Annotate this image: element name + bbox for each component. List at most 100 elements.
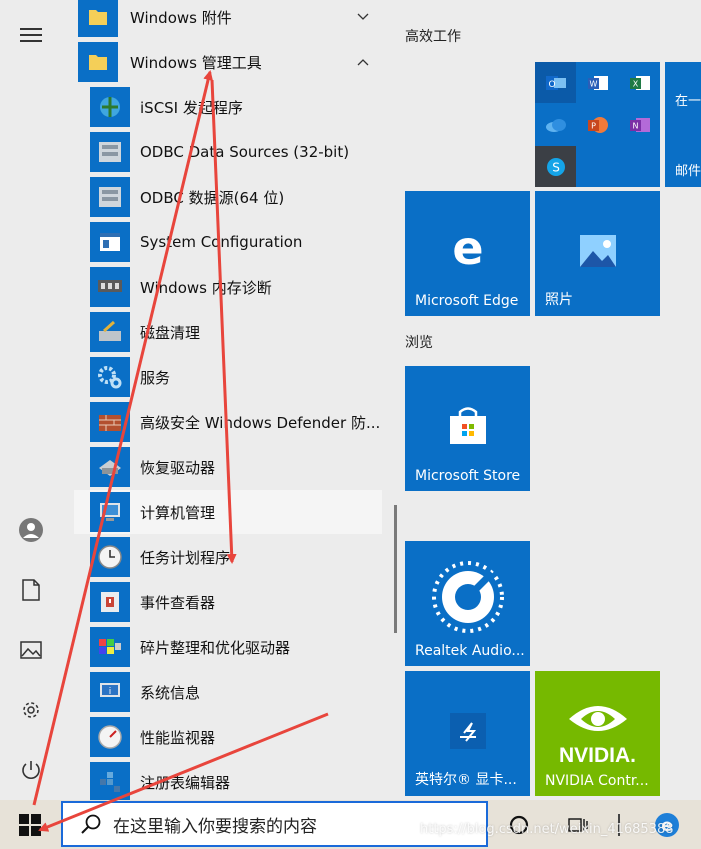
group-label-browse: 浏览 bbox=[405, 335, 433, 351]
power-icon[interactable] bbox=[16, 755, 46, 785]
folder-icon bbox=[78, 42, 118, 82]
app-label: System Configuration bbox=[140, 233, 303, 251]
folder-label: Windows 附件 bbox=[130, 8, 232, 27]
folder-label: Windows 管理工具 bbox=[130, 53, 262, 72]
onenote-icon[interactable]: N bbox=[619, 104, 660, 145]
settings-gear-icon[interactable] bbox=[16, 695, 46, 725]
start-button[interactable] bbox=[0, 800, 60, 849]
watermark-text: https://blog.csdn.net/weixin_41685388 bbox=[420, 822, 674, 837]
word-icon[interactable]: W bbox=[577, 62, 618, 103]
tile-microsoft-edge[interactable]: e Microsoft Edge bbox=[405, 191, 530, 316]
app-label: 服务 bbox=[140, 368, 171, 387]
hamburger-menu-icon[interactable] bbox=[16, 20, 46, 50]
tile-intel-graphics[interactable]: 英特尔® 显卡... bbox=[405, 671, 530, 796]
app-label: Windows 内存诊断 bbox=[140, 278, 272, 297]
memory-diagnostic-icon bbox=[90, 267, 130, 307]
app-label: 任务计划程序 bbox=[140, 548, 231, 567]
group-label-productivity: 高效工作 bbox=[405, 29, 461, 45]
nvidia-eye-logo-icon bbox=[535, 697, 660, 737]
app-label: 磁盘清理 bbox=[140, 323, 201, 342]
app-item-system-configuration[interactable]: System Configuration bbox=[90, 220, 390, 264]
pictures-icon[interactable] bbox=[16, 635, 46, 665]
user-avatar-icon[interactable] bbox=[16, 515, 46, 545]
tile-label: Microsoft Store bbox=[415, 468, 521, 484]
app-label: 系统信息 bbox=[140, 683, 201, 702]
firewall-icon bbox=[90, 402, 130, 442]
app-item-defender-firewall[interactable]: 高级安全 Windows Defender 防... bbox=[90, 400, 390, 444]
chevron-down-icon bbox=[354, 8, 372, 26]
app-label: ODBC 数据源(64 位) bbox=[140, 188, 285, 207]
tile-label: NVIDIA Contr... bbox=[545, 773, 649, 789]
onedrive-icon[interactable] bbox=[535, 104, 576, 145]
app-item-system-info[interactable]: i 系统信息 bbox=[90, 670, 390, 714]
computer-management-icon bbox=[90, 492, 130, 532]
intel-graphics-icon bbox=[405, 711, 530, 751]
start-left-rail bbox=[0, 0, 62, 800]
performance-monitor-icon bbox=[90, 717, 130, 757]
excel-icon[interactable]: X bbox=[619, 62, 660, 103]
photos-icon bbox=[535, 231, 660, 271]
app-item-odbc-64[interactable]: ODBC 数据源(64 位) bbox=[90, 175, 390, 219]
system-info-icon: i bbox=[90, 672, 130, 712]
folder-icon bbox=[78, 0, 118, 37]
app-list-scrollbar[interactable] bbox=[394, 505, 397, 633]
tile-label: 英特尔® 显卡... bbox=[415, 772, 517, 788]
app-label: iSCSI 发起程序 bbox=[140, 98, 243, 117]
skype-icon[interactable]: S bbox=[535, 146, 576, 187]
folder-windows-accessories[interactable]: Windows 附件 bbox=[78, 0, 378, 39]
windows-logo-icon bbox=[19, 813, 41, 836]
svg-text:N: N bbox=[632, 121, 638, 130]
app-item-odbc-32[interactable]: ODBC Data Sources (32-bit) bbox=[90, 130, 390, 174]
store-bag-icon bbox=[405, 404, 530, 448]
tile-photos[interactable]: 照片 bbox=[535, 191, 660, 316]
recovery-drive-icon bbox=[90, 447, 130, 487]
app-label: 注册表编辑器 bbox=[140, 773, 231, 792]
app-label: 性能监视器 bbox=[140, 728, 216, 747]
disk-cleanup-icon bbox=[90, 312, 130, 352]
app-item-event-viewer[interactable]: 事件查看器 bbox=[90, 580, 390, 624]
tiles-panel: 高效工作 O W X P N S 在一 邮件 e Microsoft Edge … bbox=[400, 0, 701, 800]
app-item-memory-diagnostic[interactable]: Windows 内存诊断 bbox=[90, 265, 390, 309]
folder-windows-admin-tools[interactable]: Windows 管理工具 bbox=[78, 40, 378, 84]
search-icon bbox=[73, 806, 109, 842]
mail-tile-top-text: 在一 bbox=[675, 94, 701, 109]
odbc-icon bbox=[90, 177, 130, 217]
app-label: 计算机管理 bbox=[140, 503, 216, 522]
system-config-icon bbox=[90, 222, 130, 262]
app-item-performance-monitor[interactable]: 性能监视器 bbox=[90, 715, 390, 759]
registry-editor-icon bbox=[90, 762, 130, 802]
svg-text:W: W bbox=[589, 79, 597, 88]
app-item-registry-editor[interactable]: 注册表编辑器 bbox=[90, 760, 390, 804]
tile-microsoft-store[interactable]: Microsoft Store bbox=[405, 366, 530, 491]
outlook-icon[interactable]: O bbox=[535, 62, 576, 103]
search-placeholder: 在这里输入你要搜索的内容 bbox=[113, 816, 317, 837]
app-item-iscsi[interactable]: iSCSI 发起程序 bbox=[90, 85, 390, 129]
mail-tile-partial[interactable]: 在一 邮件 bbox=[665, 62, 701, 187]
app-label: 事件查看器 bbox=[140, 593, 216, 612]
app-item-defrag[interactable]: 碎片整理和优化驱动器 bbox=[90, 625, 390, 669]
documents-icon[interactable] bbox=[16, 575, 46, 605]
powerpoint-icon[interactable]: P bbox=[577, 104, 618, 145]
svg-text:e: e bbox=[452, 227, 483, 271]
app-label: 碎片整理和优化驱动器 bbox=[140, 638, 291, 657]
tile-nvidia-control[interactable]: NVIDIA. NVIDIA Contr... bbox=[535, 671, 660, 796]
app-item-recovery-drive[interactable]: 恢复驱动器 bbox=[90, 445, 390, 489]
tile-label: Microsoft Edge bbox=[415, 293, 519, 309]
app-item-services[interactable]: 服务 bbox=[90, 355, 390, 399]
odbc-icon bbox=[90, 132, 130, 172]
svg-text:O: O bbox=[548, 80, 555, 90]
realtek-knob-icon bbox=[405, 553, 530, 637]
nvidia-wordmark: NVIDIA. bbox=[558, 744, 636, 767]
app-item-computer-management[interactable]: 计算机管理 bbox=[74, 490, 382, 534]
svg-text:i: i bbox=[109, 687, 112, 697]
defrag-icon bbox=[90, 627, 130, 667]
app-item-task-scheduler[interactable]: 任务计划程序 bbox=[90, 535, 390, 579]
mail-tile-label: 邮件 bbox=[675, 164, 701, 179]
iscsi-icon bbox=[90, 87, 130, 127]
app-item-disk-cleanup[interactable]: 磁盘清理 bbox=[90, 310, 390, 354]
svg-text:X: X bbox=[632, 79, 638, 88]
tile-realtek-audio[interactable]: Realtek Audio... bbox=[405, 541, 530, 666]
office-apps-tile[interactable]: O W X P N S bbox=[535, 62, 660, 187]
services-gear-icon bbox=[90, 357, 130, 397]
app-label: ODBC Data Sources (32-bit) bbox=[140, 143, 350, 161]
